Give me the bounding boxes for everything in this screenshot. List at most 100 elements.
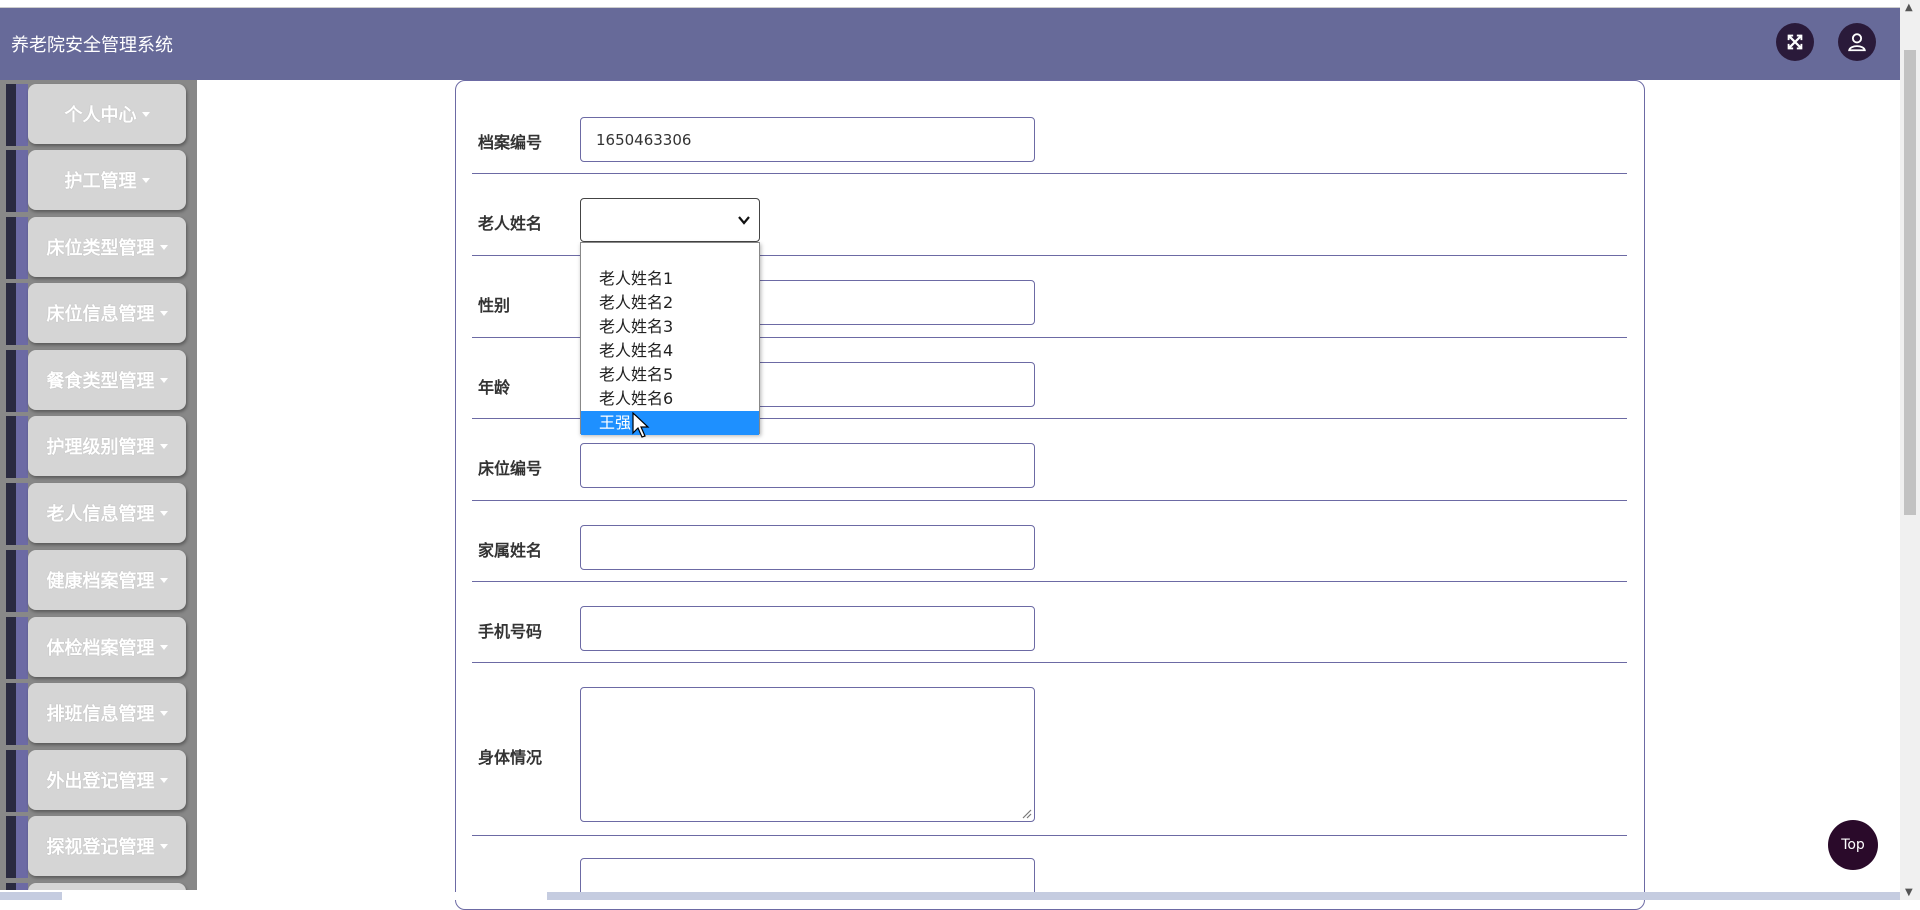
caret-down-icon [159, 577, 168, 583]
sidebar-button[interactable]: 体检档案管理 [28, 617, 186, 677]
sidebar-button[interactable]: 健康档案管理 [28, 550, 186, 610]
sidebar-stripe-accent [16, 483, 28, 545]
app-header: 养老院安全管理系统 [0, 8, 1900, 80]
sidebar-item-elder-info[interactable]: 老人信息管理 [0, 479, 188, 545]
window-top-edge [0, 0, 1920, 8]
sidebar-button[interactable]: 个人中心 [28, 84, 186, 144]
sidebar-stripe [6, 550, 16, 612]
elder-name-select[interactable] [580, 198, 760, 242]
dropdown-option[interactable]: 老人姓名3 [581, 315, 759, 339]
sidebar-item-bed-info[interactable]: 床位信息管理 [0, 279, 188, 345]
sidebar-item-label: 探视登记管理 [46, 837, 155, 858]
expand-arrows-icon [1787, 34, 1803, 50]
sidebar-stripe [6, 750, 16, 812]
sidebar-stripe-accent [16, 150, 28, 212]
sidebar-item-shift-schedule[interactable]: 排班信息管理 [0, 679, 188, 745]
dropdown-option[interactable] [581, 243, 759, 267]
caret-down-icon [159, 843, 168, 849]
sidebar-stripe-accent [16, 617, 28, 679]
phone-input[interactable] [580, 606, 1035, 651]
elder-name-label: 老人姓名 [478, 214, 543, 233]
sidebar-item-label: 餐食类型管理 [46, 371, 155, 392]
vertical-scrollbar[interactable]: ▲ ▼ [1900, 0, 1920, 900]
sidebar-item-care-level[interactable]: 护理级别管理 [0, 412, 188, 478]
horizontal-scrollbar-thumb[interactable] [62, 892, 547, 900]
sidebar-item-label: 床位类型管理 [46, 238, 155, 259]
sidebar-button[interactable] [28, 883, 186, 890]
sidebar-item-partial[interactable] [0, 879, 188, 890]
dropdown-option[interactable]: 老人姓名5 [581, 363, 759, 387]
sidebar-stripe [6, 483, 16, 545]
caret-down-icon [159, 710, 168, 716]
record-id-input[interactable]: 1650463306 [580, 117, 1035, 162]
sidebar-item-label: 外出登记管理 [46, 771, 155, 792]
age-label: 年龄 [478, 378, 511, 397]
sidebar-button[interactable]: 餐食类型管理 [28, 350, 186, 410]
sidebar-stripe-accent [16, 750, 28, 812]
app-title: 养老院安全管理系统 [11, 35, 173, 56]
dropdown-option[interactable]: 老人姓名6 [581, 387, 759, 411]
sidebar-button[interactable]: 床位类型管理 [28, 217, 186, 277]
sidebar-button[interactable]: 老人信息管理 [28, 483, 186, 543]
sidebar-item-visit-register[interactable]: 探视登记管理 [0, 812, 188, 878]
sidebar-stripe [6, 84, 16, 146]
sidebar-item-bed-type[interactable]: 床位类型管理 [0, 213, 188, 279]
user-icon [1848, 33, 1866, 52]
record-id-value: 1650463306 [596, 130, 692, 149]
dropdown-option[interactable]: 老人姓名4 [581, 339, 759, 363]
caret-down-icon [159, 377, 168, 383]
sidebar-button[interactable]: 护理级别管理 [28, 416, 186, 476]
resize-handle-icon[interactable] [1020, 807, 1032, 819]
mouse-cursor-icon [632, 412, 650, 438]
sidebar-item-label: 体检档案管理 [46, 638, 155, 659]
sidebar-stripe-accent [16, 84, 28, 146]
horizontal-scrollbar[interactable] [0, 892, 1900, 900]
sidebar-stripe [6, 683, 16, 745]
sidebar-item-outing-register[interactable]: 外出登记管理 [0, 746, 188, 812]
sidebar-stripe [6, 617, 16, 679]
sidebar-stripe-accent [16, 883, 28, 890]
sidebar-item-label: 健康档案管理 [46, 571, 155, 592]
sidebar-item-label: 个人中心 [64, 105, 137, 126]
sidebar-item-health-records[interactable]: 健康档案管理 [0, 546, 188, 612]
sidebar-button[interactable]: 外出登记管理 [28, 750, 186, 810]
chevron-down-icon [738, 216, 750, 225]
family-name-input[interactable] [580, 525, 1035, 570]
dropdown-option-highlighted[interactable]: 王强 [581, 411, 759, 435]
sidebar-stripe [6, 217, 16, 279]
dropdown-option[interactable]: 老人姓名2 [581, 291, 759, 315]
sidebar-item-caregiver[interactable]: 护工管理 [0, 146, 188, 212]
sidebar-item-personal-center[interactable]: 个人中心 [0, 80, 188, 146]
sidebar-stripe-accent [16, 683, 28, 745]
scrollbar-thumb[interactable] [1904, 50, 1916, 515]
sidebar-stripe [6, 283, 16, 345]
sidebar-stripe-accent [16, 217, 28, 279]
sidebar-item-label: 床位信息管理 [46, 304, 155, 325]
sidebar-item-checkup-records[interactable]: 体检档案管理 [0, 613, 188, 679]
scroll-down-arrow-icon[interactable]: ▼ [1905, 887, 1913, 898]
caret-down-icon [159, 310, 168, 316]
caret-down-icon [159, 244, 168, 250]
back-to-top-button[interactable]: Top [1828, 820, 1878, 870]
sidebar-button[interactable]: 护工管理 [28, 150, 186, 210]
bed-number-label: 床位编号 [478, 459, 543, 478]
sidebar-stripe [6, 350, 16, 412]
bed-number-input[interactable] [580, 443, 1035, 488]
sidebar-stripe-accent [16, 416, 28, 478]
dropdown-option[interactable]: 老人姓名1 [581, 267, 759, 291]
fullscreen-button[interactable] [1776, 23, 1814, 61]
back-to-top-label: Top [1841, 837, 1865, 853]
sidebar-item-label: 护工管理 [64, 171, 137, 192]
caret-down-icon [159, 644, 168, 650]
sidebar-button[interactable]: 排班信息管理 [28, 683, 186, 743]
user-menu-button[interactable] [1838, 23, 1876, 61]
sidebar-item-meal-type[interactable]: 餐食类型管理 [0, 346, 188, 412]
sidebar-button[interactable]: 探视登记管理 [28, 816, 186, 876]
caret-down-icon [159, 443, 168, 449]
caret-down-icon [159, 510, 168, 516]
scroll-up-arrow-icon[interactable]: ▲ [1905, 2, 1913, 13]
physical-condition-textarea[interactable] [580, 687, 1035, 822]
caret-down-icon [141, 177, 150, 183]
sidebar-button[interactable]: 床位信息管理 [28, 283, 186, 343]
sidebar-stripe-accent [16, 283, 28, 345]
